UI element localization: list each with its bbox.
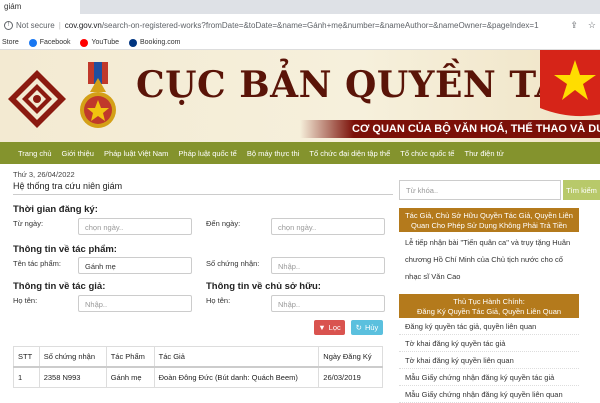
not-secure-label: Not secure bbox=[16, 20, 55, 30]
table-header-row: STT Số chứng nhận Tác Phẩm Tác Giả Ngày Đăng… bbox=[13, 346, 383, 368]
reg-time-heading: Thời gian đăng ký: bbox=[13, 204, 98, 215]
work-info-heading: Thông tin về tác phẩm: bbox=[13, 244, 117, 255]
bookmark-store[interactable]: Store bbox=[2, 39, 19, 46]
share-icon[interactable]: ⇪ bbox=[570, 20, 578, 31]
url-host: cov.gov.vn bbox=[64, 20, 102, 30]
banner-title: CỤC BẢN QUYỀN TÁC GIẢ bbox=[136, 64, 600, 106]
booking-icon bbox=[129, 38, 137, 47]
facebook-icon bbox=[28, 38, 37, 47]
owner-info-heading: Thông tin về chủ sở hữu: bbox=[206, 281, 321, 292]
main-content: Thứ 3, 26/04/2022 Hệ thống tra cứu niên … bbox=[0, 164, 600, 403]
ministry-emblem-icon bbox=[80, 62, 116, 128]
table-row[interactable]: 1 2358 N993 Gánh mẹ Đoàn Đông Đức (Bút danh… bbox=[13, 366, 383, 388]
banner-subtitle: CƠ QUAN CỦA BỘ VĂN HOÁ, THỂ THAO VÀ DU L… bbox=[352, 123, 600, 135]
star-icon[interactable]: ☆ bbox=[588, 20, 596, 31]
column-header[interactable]: Ngày Đăng Ký bbox=[318, 346, 383, 368]
url-path: /search-on-registered-works?fromDate=&to… bbox=[101, 20, 539, 30]
tab-bar: giám bbox=[0, 0, 600, 14]
address-separator: | bbox=[58, 20, 61, 30]
refresh-icon: ↻ bbox=[355, 323, 362, 332]
bookmark-label: Facebook bbox=[39, 39, 71, 46]
vietnam-flag-icon bbox=[540, 50, 600, 117]
nav-item-1[interactable]: Giới thiệu bbox=[62, 149, 94, 158]
author-name-input[interactable]: Nhập.. bbox=[78, 295, 192, 312]
work-name-input[interactable]: Gánh mẹ bbox=[78, 257, 192, 274]
copyright-office-logo-icon bbox=[8, 70, 66, 128]
address-actions: ⇪ ☆ bbox=[570, 20, 596, 31]
nav-item-3[interactable]: Pháp luật quốc tế bbox=[178, 149, 236, 158]
not-secure-indicator[interactable]: ! Not secure bbox=[4, 20, 55, 30]
free-use-box-body: Lễ tiếp nhận bài "Tiến quân ca" và trụy … bbox=[399, 232, 579, 287]
admin-procedure-link[interactable]: Tờ khai đăng ký quyền tác giả bbox=[399, 335, 579, 352]
admin-procedures-title-line2: Đăng Ký Quyền Tác Giả, Quyền Liên Quan bbox=[416, 307, 562, 316]
cert-number-input[interactable]: Nhập.. bbox=[271, 257, 385, 274]
table-body: 1 2358 N993 Gánh mẹ Đoàn Đông Đức (Bút danh… bbox=[13, 366, 383, 388]
tab-title: giám bbox=[4, 2, 22, 11]
filter-button[interactable]: ▼ Lọc bbox=[314, 320, 345, 335]
filter-icon: ▼ bbox=[318, 323, 326, 332]
owner-name-input[interactable]: Nhập.. bbox=[271, 295, 385, 312]
nav-item-7[interactable]: Thư điện tử bbox=[464, 149, 503, 158]
table-cell: 1 bbox=[13, 366, 40, 388]
admin-procedure-link[interactable]: Mẫu Giấy chứng nhận đăng ký quyền tác gi… bbox=[399, 369, 579, 386]
bookmarks-bar: Store Facebook YouTube Booking.com bbox=[0, 36, 600, 50]
address-bar[interactable]: ! Not secure | cov.gov.vn/search-on-regi… bbox=[0, 14, 600, 36]
owner-name-label: Họ tên: bbox=[206, 296, 231, 305]
search-button[interactable]: Tìm kiếm bbox=[563, 180, 600, 200]
admin-procedure-link[interactable]: Tờ khai đăng ký quyền liên quan bbox=[399, 352, 579, 369]
current-date: Thứ 3, 26/04/2022 bbox=[13, 170, 75, 179]
column-header[interactable]: Tác Phẩm bbox=[105, 346, 155, 368]
bookmark-youtube[interactable]: YouTube bbox=[80, 38, 119, 47]
bookmark-label: Booking.com bbox=[140, 39, 181, 46]
bookmark-label: Store bbox=[2, 39, 19, 46]
keyword-search-input[interactable]: Từ khóa.. bbox=[399, 180, 561, 200]
cancel-label: Hủy bbox=[364, 323, 379, 332]
table-cell: 2358 N993 bbox=[38, 366, 107, 388]
admin-procedures-links: Đăng ký quyền tác giả, quyền liên quan Tờ… bbox=[399, 318, 579, 403]
page-title: Hệ thống tra cứu niên giám bbox=[13, 181, 393, 195]
results-table: STT Số chứng nhận Tác Phẩm Tác Giả Ngày Đăng… bbox=[13, 346, 383, 388]
author-info-heading: Thông tin về tác giả: bbox=[13, 281, 106, 292]
warning-icon: ! bbox=[4, 20, 13, 30]
filter-label: Lọc bbox=[328, 323, 341, 332]
free-use-box-title[interactable]: Tác Giả, Chủ Sở Hữu Quyền Tác Giả, Quyền… bbox=[399, 208, 579, 234]
to-date-label: Đến ngày: bbox=[206, 219, 241, 228]
site-banner: CỤC BẢN QUYỀN TÁC GIẢ CƠ QUAN CỦA BỘ VĂN… bbox=[0, 50, 600, 142]
column-header[interactable]: Tác Giả bbox=[153, 346, 320, 368]
author-name-label: Họ tên: bbox=[13, 296, 38, 305]
bookmark-booking-com[interactable]: Booking.com bbox=[129, 38, 181, 47]
to-date-input[interactable]: chọn ngày.. bbox=[271, 218, 385, 235]
nav-item-2[interactable]: Pháp luật Việt Nam bbox=[104, 149, 168, 158]
cancel-button[interactable]: ↻ Hủy bbox=[351, 320, 383, 335]
nav-item-6[interactable]: Tổ chức quốc tế bbox=[400, 149, 454, 158]
column-header[interactable]: Số chứng nhận bbox=[38, 346, 107, 368]
bookmark-facebook[interactable]: Facebook bbox=[28, 38, 71, 47]
from-date-label: Từ ngày: bbox=[13, 219, 44, 228]
column-header[interactable]: STT bbox=[13, 346, 40, 368]
table-cell: 26/03/2019 bbox=[318, 366, 383, 388]
bookmark-label: YouTube bbox=[91, 39, 119, 46]
table-cell: Đoàn Đông Đức (Bút danh: Quách Beem) bbox=[153, 366, 320, 388]
browser-tab[interactable]: giám bbox=[0, 0, 80, 14]
main-nav: Trang chủ Giới thiệu Pháp luật Việt Nam Phá… bbox=[0, 142, 600, 164]
admin-procedures-box-title[interactable]: Thủ Tục Hành Chính: Đăng Ký Quyền Tác Gi… bbox=[399, 294, 579, 320]
table-cell: Gánh mẹ bbox=[105, 366, 155, 388]
nav-item-4[interactable]: Bộ máy thực thi bbox=[247, 149, 300, 158]
nav-item-5[interactable]: Tổ chức đại diện tập thể bbox=[309, 149, 390, 158]
admin-procedures-title-line1: Thủ Tục Hành Chính: bbox=[453, 297, 525, 306]
admin-procedure-link[interactable]: Mẫu Giấy chứng nhận đăng ký quyền liên q… bbox=[399, 386, 579, 403]
free-use-news-link[interactable]: Lễ tiếp nhận bài "Tiến quân ca" và trụy … bbox=[399, 232, 579, 287]
admin-procedure-link[interactable]: Đăng ký quyền tác giả, quyền liên quan bbox=[399, 318, 579, 335]
from-date-input[interactable]: chọn ngày.. bbox=[78, 218, 192, 235]
url-text[interactable]: cov.gov.vn/search-on-registered-works?fr… bbox=[65, 21, 539, 30]
work-name-label: Tên tác phẩm: bbox=[13, 259, 61, 268]
cert-number-label: Số chứng nhận: bbox=[206, 259, 260, 268]
youtube-icon bbox=[80, 38, 89, 47]
nav-item-0[interactable]: Trang chủ bbox=[18, 149, 52, 158]
